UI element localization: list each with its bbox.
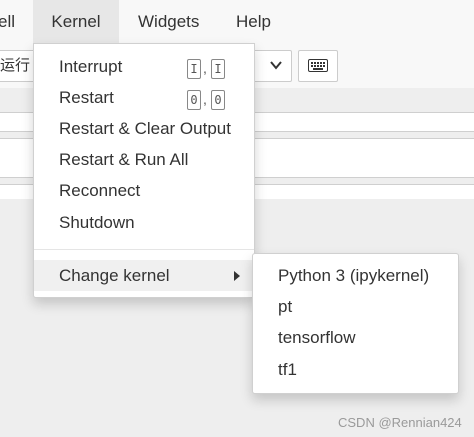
menu-item-label: Restart & Clear Output	[59, 119, 231, 138]
menu-item-label: Restart & Run All	[59, 150, 189, 169]
kernel-option-label: tf1	[278, 360, 297, 379]
menu-item-restart-run-all[interactable]: Restart & Run All	[34, 144, 254, 175]
shortcut-separator: ,	[203, 91, 207, 107]
menu-item-interrupt[interactable]: Interrupt I , I	[34, 51, 254, 82]
shortcut-key: 0	[187, 90, 201, 110]
menu-cell[interactable]: ell	[0, 0, 15, 44]
menu-item-label: Interrupt	[59, 57, 123, 76]
chevron-down-icon	[270, 61, 282, 70]
change-kernel-submenu: Python 3 (ipykernel) pt tensorflow tf1	[252, 253, 459, 394]
kernel-option-label: tensorflow	[278, 328, 356, 347]
menu-widgets[interactable]: Widgets	[138, 0, 199, 44]
menu-item-change-kernel[interactable]: Change kernel	[34, 260, 254, 291]
kernel-option[interactable]: Python 3 (ipykernel)	[253, 260, 458, 291]
menu-item-label: Shutdown	[59, 213, 135, 232]
menu-kernel[interactable]: Kernel	[33, 0, 119, 44]
shortcut-key: I	[187, 59, 201, 79]
menu-item-restart-clear-output[interactable]: Restart & Clear Output	[34, 113, 254, 144]
watermark: CSDN @Rennian424	[338, 415, 462, 430]
menu-item-label: Restart	[59, 88, 114, 107]
shortcut-key: I	[211, 59, 225, 79]
menu-divider	[34, 249, 254, 250]
kernel-option-label: pt	[278, 297, 293, 316]
caret-right-icon	[234, 271, 240, 281]
menu-item-shutdown[interactable]: Shutdown	[34, 207, 254, 238]
menu-help[interactable]: Help	[236, 0, 271, 44]
kernel-option-label: Python 3 (ipykernel)	[278, 266, 430, 285]
kernel-option[interactable]: tf1	[253, 354, 458, 385]
shortcut-key: 0	[211, 90, 225, 110]
keyboard-icon	[308, 59, 328, 72]
shortcut-separator: ,	[203, 60, 207, 76]
kernel-dropdown-menu: Interrupt I , I Restart 0 , 0 Restart & …	[33, 43, 255, 298]
menu-item-label: Change kernel	[59, 266, 170, 285]
menu-item-label: Reconnect	[59, 181, 141, 200]
command-palette-button[interactable]	[298, 50, 338, 82]
menu-item-reconnect[interactable]: Reconnect	[34, 175, 254, 206]
kernel-option[interactable]: pt	[253, 291, 458, 322]
menubar: ell Kernel Widgets Help	[0, 0, 474, 45]
kernel-option[interactable]: tensorflow	[253, 322, 458, 353]
menu-item-restart[interactable]: Restart 0 , 0	[34, 82, 254, 113]
